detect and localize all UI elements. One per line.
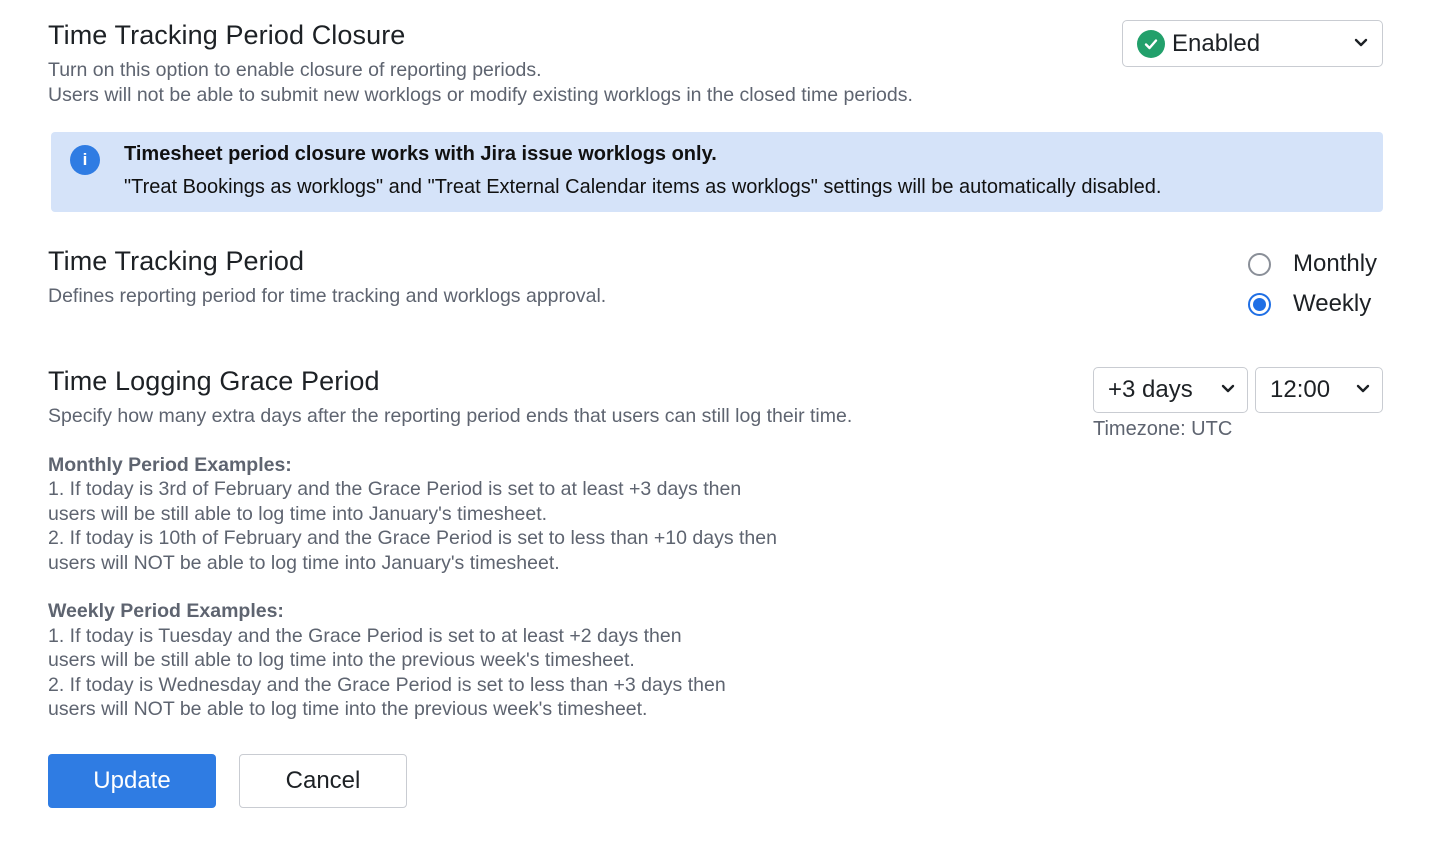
grace-time-value: 12:00	[1270, 376, 1331, 403]
weekly-example-line: users will be still able to log time int…	[48, 649, 635, 672]
grace-time-select[interactable]: 12:00	[1255, 367, 1383, 413]
radio-monthly-label: Monthly	[1293, 250, 1378, 277]
monthly-example-line: users will be still able to log time int…	[48, 502, 548, 525]
monthly-example-line: users will NOT be able to log time into …	[48, 551, 560, 574]
radio-weekly-circle[interactable]	[1248, 292, 1271, 316]
radio-weekly-label: Weekly	[1293, 290, 1372, 317]
chevron-down-icon	[1356, 381, 1370, 399]
grace-examples: Monthly Period Examples: 1. If today is …	[48, 453, 777, 721]
weekly-examples-heading: Weekly Period Examples:	[48, 600, 284, 623]
period-desc: Defines reporting period for time tracki…	[48, 285, 607, 307]
closure-status-select[interactable]: Enabled	[1122, 20, 1383, 67]
monthly-example-line: 1. If today is 3rd of February and the G…	[48, 478, 742, 501]
closure-desc-line1: Turn on this option to enable closure of…	[48, 59, 542, 81]
period-title: Time Tracking Period	[48, 246, 305, 276]
radio-weekly[interactable]: Weekly	[1248, 290, 1371, 318]
info-banner-body: "Treat Bookings as worklogs" and "Treat …	[124, 176, 1162, 198]
chevron-down-icon	[1354, 35, 1368, 53]
radio-monthly[interactable]: Monthly	[1248, 250, 1377, 278]
weekly-example-line: 2. If today is Wednesday and the Grace P…	[48, 673, 726, 696]
weekly-example-line: 1. If today is Tuesday and the Grace Per…	[48, 624, 682, 647]
closure-title: Time Tracking Period Closure	[48, 20, 406, 50]
check-circle-icon	[1137, 29, 1165, 58]
grace-days-value: +3 days	[1108, 376, 1193, 403]
info-banner-title: Timesheet period closure works with Jira…	[124, 143, 717, 165]
weekly-example-line: users will NOT be able to log time into …	[48, 698, 648, 721]
radio-monthly-circle[interactable]	[1248, 252, 1271, 276]
closure-desc-line2: Users will not be able to submit new wor…	[48, 84, 913, 106]
monthly-example-line: 2. If today is 10th of February and the …	[48, 527, 777, 550]
monthly-examples-heading: Monthly Period Examples:	[48, 454, 292, 476]
info-icon: i	[70, 145, 100, 175]
chevron-down-icon	[1221, 381, 1235, 399]
update-button[interactable]: Update	[48, 754, 216, 808]
timezone-label: Timezone: UTC	[1093, 418, 1233, 440]
closure-status-value: Enabled	[1172, 29, 1261, 57]
grace-title: Time Logging Grace Period	[48, 366, 380, 396]
grace-desc: Specify how many extra days after the re…	[48, 405, 853, 427]
grace-days-select[interactable]: +3 days	[1093, 367, 1248, 413]
cancel-button[interactable]: Cancel	[239, 754, 407, 808]
